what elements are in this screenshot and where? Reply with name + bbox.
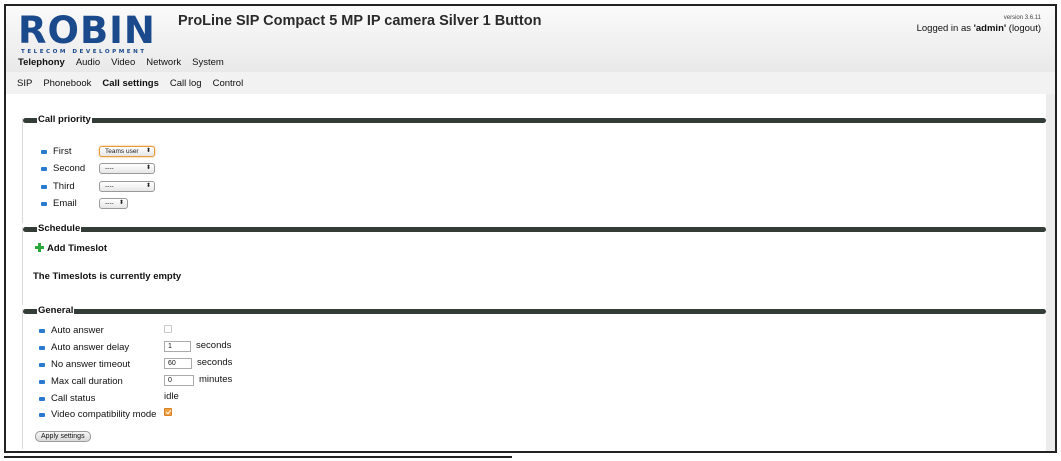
schedule-legend: Schedule (37, 222, 82, 235)
no-answer-timeout-label: No answer timeout (51, 359, 131, 370)
video-compat-checkbox[interactable] (164, 408, 172, 416)
bullet-icon (39, 345, 45, 350)
no-answer-timeout-input[interactable]: 60 (164, 358, 192, 369)
max-call-duration-unit: minutes (199, 374, 233, 385)
general-legend: General (37, 304, 75, 317)
max-call-duration-input[interactable]: 0 (164, 375, 194, 386)
priority-row-second: Second (41, 163, 85, 174)
auto-answer-delay-unit: seconds (196, 340, 232, 351)
max-call-duration-label: Max call duration (51, 376, 123, 387)
product-title: ProLine SIP Compact 5 MP IP camera Silve… (178, 13, 542, 29)
sub-nav: SIP Phonebook Call settings Call log Con… (6, 72, 1055, 94)
subnav-call-log[interactable]: Call log (170, 78, 202, 89)
page-frame: ROBIN TELECOM DEVELOPMENT ProLine SIP Co… (4, 4, 1057, 453)
legend-bar (23, 118, 1046, 123)
priority-value-second: ---- (105, 165, 114, 172)
bullet-icon (41, 166, 47, 171)
priority-row-first: First (41, 146, 71, 157)
priority-value-first: Teams user (105, 148, 139, 155)
priority-label-email: Email (53, 198, 77, 209)
logo-wordmark: ROBIN (18, 9, 156, 52)
apply-settings-button[interactable]: Apply settings (35, 431, 91, 442)
nav-video[interactable]: Video (111, 57, 135, 68)
auto-answer-delay-input[interactable]: 1 (164, 341, 191, 352)
max-call-duration-row: Max call duration (39, 376, 123, 387)
schedule-section: Schedule Add Timeslot The Timeslots is c… (22, 222, 1046, 305)
priority-label-second: Second (53, 163, 86, 174)
scrollbar[interactable] (1046, 94, 1055, 451)
login-status: Logged in as 'admin' (logout) (917, 23, 1041, 34)
bullet-icon (41, 201, 47, 206)
bullet-icon (41, 184, 47, 189)
priority-select-first[interactable]: Teams user ⬍ (99, 146, 155, 157)
call-status-row: Call status (39, 393, 95, 404)
add-icon[interactable] (35, 243, 44, 252)
priority-select-second[interactable]: ---- ⬍ (99, 163, 155, 174)
legend-bar (23, 227, 1046, 232)
call-priority-section: Call priority First Teams user ⬍ Second -… (22, 113, 1046, 223)
login-prefix: Logged in as (916, 23, 974, 34)
email-value: ---- (105, 200, 114, 207)
call-status-label: Call status (51, 393, 96, 404)
select-arrows-icon: ⬍ (145, 165, 151, 171)
bullet-icon (41, 149, 47, 154)
bullet-icon (39, 412, 45, 417)
nav-audio[interactable]: Audio (76, 57, 100, 68)
subnav-control[interactable]: Control (213, 78, 244, 89)
email-select[interactable]: ---- ⬍ (99, 198, 128, 209)
priority-value-third: ---- (105, 183, 114, 190)
call-priority-legend: Call priority (37, 113, 92, 126)
select-arrows-icon: ⬍ (145, 148, 151, 154)
legend-bar (23, 309, 1046, 314)
main-nav: Telephony Audio Video Network System (18, 57, 224, 68)
bottom-rule (4, 456, 512, 458)
logo-subtext: TELECOM DEVELOPMENT (21, 49, 147, 55)
auto-answer-label: Auto answer (51, 325, 104, 336)
auto-answer-checkbox[interactable] (164, 325, 172, 333)
add-timeslot-link[interactable]: Add Timeslot (47, 243, 107, 254)
version-label: version 3.6.11 (1003, 15, 1041, 21)
priority-row-email: Email (41, 198, 77, 209)
general-section: General Auto answer Auto answer delay 1 … (22, 304, 1046, 449)
timeslots-empty-text: The Timeslots is currently empty (33, 271, 182, 282)
header: ROBIN TELECOM DEVELOPMENT ProLine SIP Co… (6, 6, 1055, 72)
bullet-icon (39, 396, 45, 401)
no-answer-timeout-row: No answer timeout (39, 359, 130, 370)
auto-answer-delay-row: Auto answer delay (39, 342, 129, 353)
add-timeslot-label: Add Timeslot (47, 243, 107, 254)
bullet-icon (39, 328, 45, 333)
priority-select-third[interactable]: ---- ⬍ (99, 181, 155, 192)
auto-answer-row: Auto answer (39, 325, 104, 336)
subnav-phonebook[interactable]: Phonebook (43, 78, 91, 89)
select-arrows-icon: ⬍ (145, 183, 151, 189)
priority-label-first: First (53, 146, 72, 157)
bullet-icon (39, 379, 45, 384)
call-status-value: idle (164, 391, 179, 402)
nav-system[interactable]: System (192, 57, 224, 68)
video-compat-row: Video compatibility mode (39, 409, 156, 420)
nav-telephony[interactable]: Telephony (18, 57, 65, 68)
bullet-icon (39, 362, 45, 367)
login-username: 'admin' (973, 23, 1007, 34)
robin-logo: ROBIN TELECOM DEVELOPMENT (18, 11, 168, 57)
auto-answer-delay-label: Auto answer delay (51, 342, 130, 353)
subnav-sip[interactable]: SIP (17, 78, 32, 89)
subnav-call-settings[interactable]: Call settings (102, 78, 159, 89)
timeslots-empty-message: The Timeslots is currently empty (33, 271, 181, 282)
priority-label-third: Third (53, 181, 75, 192)
select-arrows-icon: ⬍ (118, 200, 124, 206)
nav-network[interactable]: Network (146, 57, 181, 68)
logout-link[interactable]: (logout) (1009, 23, 1041, 34)
video-compat-label: Video compatibility mode (51, 409, 157, 420)
priority-row-third: Third (41, 181, 75, 192)
no-answer-timeout-unit: seconds (197, 357, 233, 368)
